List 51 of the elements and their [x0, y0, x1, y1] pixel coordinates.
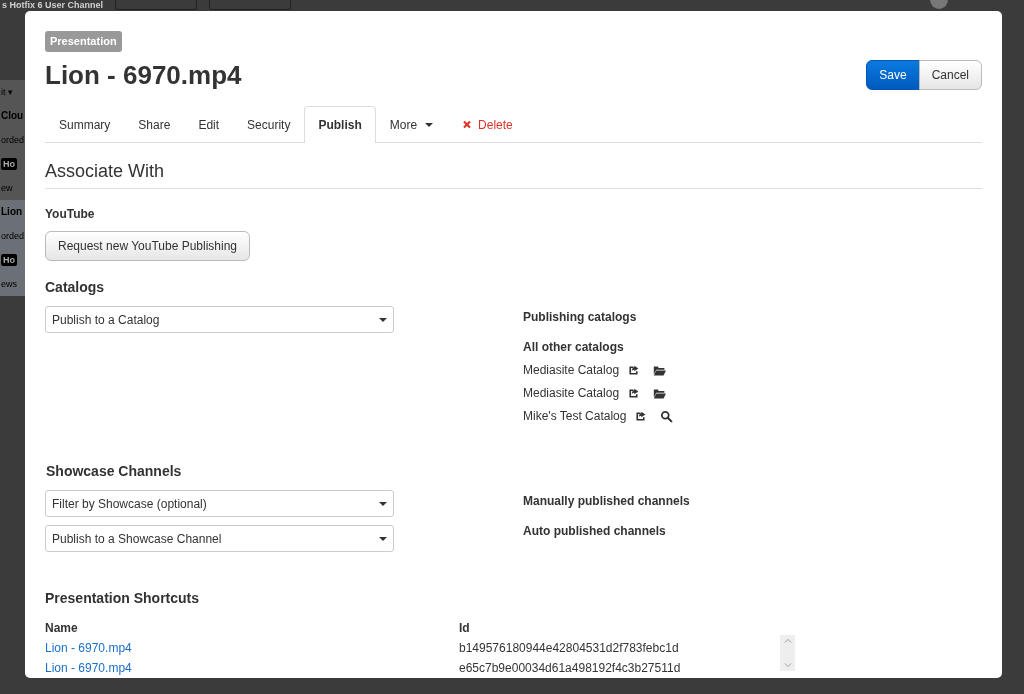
- item-text: ew: [0, 182, 14, 195]
- share-icon[interactable]: [627, 363, 641, 377]
- tag: Ho: [1, 254, 17, 266]
- cancel-button[interactable]: Cancel: [918, 59, 982, 90]
- type-badge: Presentation: [45, 31, 122, 52]
- caret-icon: [379, 536, 387, 541]
- select-field[interactable]: Publish to a Showcase Channel: [45, 525, 394, 553]
- delete-tab[interactable]: Delete: [447, 105, 527, 143]
- item-text: orded: [0, 224, 25, 248]
- page-title: s Hotfix 6 User Channel: [2, 0, 104, 10]
- shortcut-link[interactable]: Lion - 6970.mp4: [45, 639, 459, 658]
- share-icon[interactable]: [634, 409, 648, 423]
- save-button[interactable]: Save: [866, 59, 920, 90]
- select-field[interactable]: Publish to a Catalog: [45, 306, 394, 334]
- catalog-name: Mediasite Catalog: [523, 385, 620, 403]
- tab[interactable]: Security: [233, 105, 305, 143]
- item-text: orded: [0, 134, 25, 147]
- column-header: Name: [45, 620, 79, 638]
- list-label: Manually published channels: [523, 493, 690, 511]
- caret-icon: [379, 317, 387, 322]
- catalog-name: Mike's Test Catalog: [523, 408, 627, 426]
- tab[interactable]: Summary: [45, 105, 125, 143]
- close-icon: [461, 118, 474, 131]
- request-publishing-button[interactable]: Request new YouTube Publishing: [45, 231, 251, 262]
- section-heading: Presentation Shortcuts: [45, 589, 201, 609]
- section-heading: Showcase Channels: [46, 462, 183, 482]
- list-label: Publishing catalogs: [523, 309, 638, 327]
- list-label: All other catalogs: [523, 339, 625, 357]
- tag: Ho: [1, 158, 17, 170]
- column-header: Id: [459, 620, 471, 638]
- folder-icon[interactable]: [652, 386, 668, 400]
- table-cell-text: b149576180944e42804531d2f783febc1d: [459, 640, 680, 658]
- section-heading: Catalogs: [45, 278, 106, 298]
- catalog-name: Mediasite Catalog: [523, 362, 620, 380]
- table-cell-text: e65c7b9e00034d61a498192f4c3b27511d: [459, 660, 682, 678]
- list-label: Auto published channels: [523, 523, 667, 541]
- dialog-title: Lion - 6970.mp4: [45, 59, 242, 90]
- section-label: YouTube: [45, 206, 96, 224]
- item-title[interactable]: Lion: [0, 200, 25, 224]
- more-tab[interactable]: More: [375, 105, 448, 143]
- item-text: ews: [0, 272, 25, 296]
- section-heading: Associate With: [45, 160, 982, 190]
- select-field[interactable]: Filter by Showcase (optional): [45, 490, 394, 518]
- tab[interactable]: Share: [124, 105, 185, 143]
- caret-icon: [379, 501, 387, 506]
- search-icon[interactable]: [659, 409, 675, 423]
- folder-icon[interactable]: [652, 363, 668, 377]
- share-icon[interactable]: [627, 386, 641, 400]
- tab[interactable]: Publish: [304, 105, 376, 143]
- shortcut-link[interactable]: Lion - 6970.mp4: [45, 659, 459, 678]
- tab[interactable]: Edit: [184, 105, 234, 143]
